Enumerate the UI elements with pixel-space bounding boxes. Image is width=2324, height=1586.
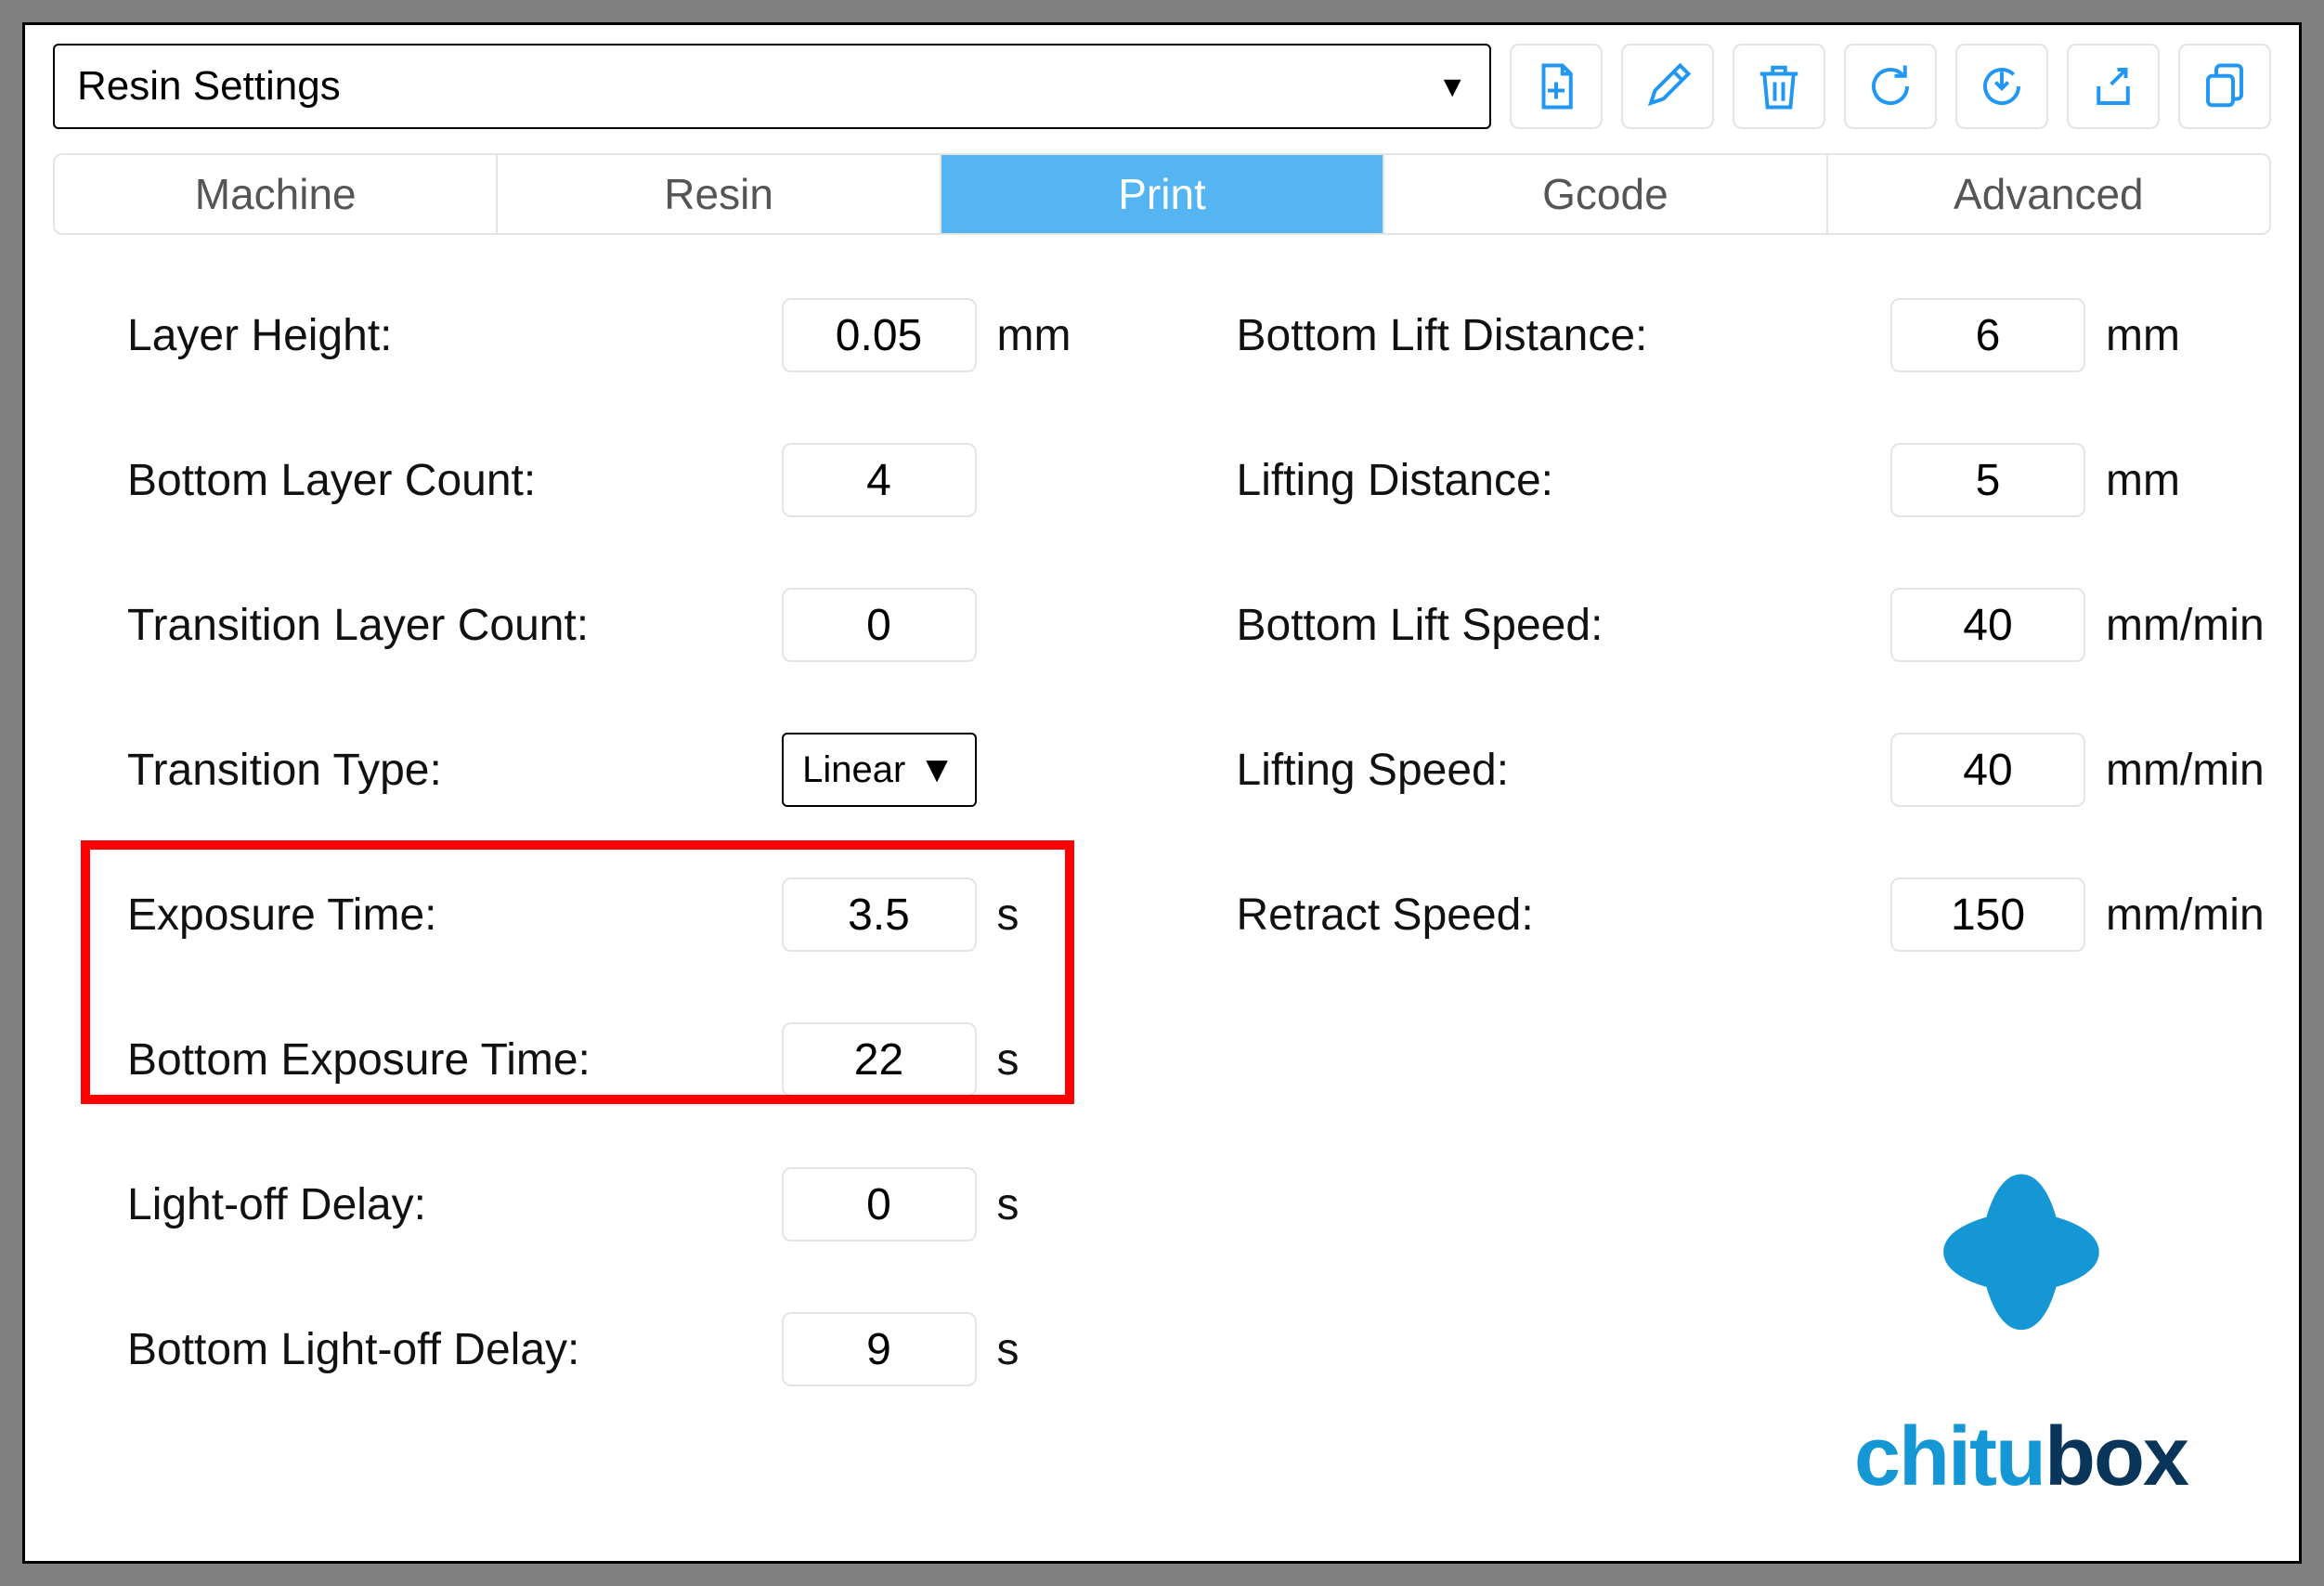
layer-height-input[interactable]: 0.05	[782, 298, 977, 372]
bottom-light-off-delay-unit: s	[977, 1324, 1144, 1375]
lifting-distance-row: Lifting Distance: 5 mm	[1237, 436, 2253, 525]
chitubox-logo: chitubox	[1854, 1164, 2188, 1505]
transition-type-label: Transition Type:	[127, 745, 782, 796]
layer-height-row: Layer Height: 0.05 mm	[127, 291, 1144, 380]
bottom-layer-count-label: Bottom Layer Count:	[127, 455, 782, 506]
lifting-speed-input[interactable]: 40	[1890, 733, 2085, 807]
transition-layer-count-row: Transition Layer Count: 0	[127, 580, 1144, 670]
tabs: Machine Resin Print Gcode Advanced	[53, 153, 2271, 235]
add-file-icon	[1531, 61, 1581, 111]
chitubox-logo-text: chitubox	[1854, 1410, 2188, 1505]
transition-layer-count-input[interactable]: 0	[782, 588, 977, 662]
tab-advanced[interactable]: Advanced	[1828, 155, 2269, 233]
lifting-distance-input[interactable]: 5	[1890, 443, 2085, 517]
exposure-time-unit: s	[977, 890, 1144, 941]
transition-layer-count-label: Transition Layer Count:	[127, 600, 782, 651]
tab-gcode[interactable]: Gcode	[1384, 155, 1827, 233]
retract-speed-label: Retract Speed:	[1237, 890, 1891, 941]
bottom-lift-speed-row: Bottom Lift Speed: 40 mm/min	[1237, 580, 2253, 670]
bottom-lift-speed-input[interactable]: 40	[1890, 588, 2085, 662]
delete-profile-button[interactable]	[1733, 44, 1825, 129]
caret-down-icon: ▼	[918, 749, 955, 791]
bottom-light-off-delay-row: Bottom Light-off Delay: 9 s	[127, 1305, 1144, 1394]
bottom-lift-speed-label: Bottom Lift Speed:	[1237, 600, 1891, 651]
export-button[interactable]	[2067, 44, 2160, 129]
transition-type-select[interactable]: Linear ▼	[782, 733, 977, 807]
bottom-exposure-time-input[interactable]: 22	[782, 1022, 977, 1097]
bottom-lift-distance-input[interactable]: 6	[1890, 298, 2085, 372]
refresh-icon	[1865, 61, 1915, 111]
settings-left-column: Layer Height: 0.05 mm Bottom Layer Count…	[53, 291, 1181, 1394]
light-off-delay-input[interactable]: 0	[782, 1167, 977, 1242]
layer-height-label: Layer Height:	[127, 310, 782, 361]
bottom-lift-speed-unit: mm/min	[2085, 600, 2253, 651]
light-off-delay-row: Light-off Delay: 0 s	[127, 1160, 1144, 1249]
retract-speed-row: Retract Speed: 150 mm/min	[1237, 870, 2253, 959]
chitubox-logo-mark	[1854, 1164, 2188, 1410]
bottom-exposure-time-unit: s	[977, 1034, 1144, 1086]
profile-name: Resin Settings	[77, 63, 341, 110]
caret-down-icon: ▼	[1437, 70, 1467, 104]
lifting-speed-label: Lifting Speed:	[1237, 745, 1891, 796]
tab-machine[interactable]: Machine	[55, 155, 498, 233]
bottom-lift-distance-row: Bottom Lift Distance: 6 mm	[1237, 291, 2253, 380]
bottom-layer-count-row: Bottom Layer Count: 4	[127, 436, 1144, 525]
bottom-lift-distance-unit: mm	[2085, 310, 2253, 361]
tab-print[interactable]: Print	[941, 155, 1384, 233]
export-icon	[2088, 61, 2138, 111]
profile-dropdown[interactable]: Resin Settings ▼	[53, 44, 1491, 129]
bottom-layer-count-input[interactable]: 4	[782, 443, 977, 517]
bottom-light-off-delay-label: Bottom Light-off Delay:	[127, 1324, 782, 1375]
layer-height-unit: mm	[977, 310, 1144, 361]
copy-button[interactable]	[2178, 44, 2271, 129]
bottom-exposure-time-label: Bottom Exposure Time:	[127, 1034, 782, 1086]
exposure-time-label: Exposure Time:	[127, 890, 782, 941]
add-profile-button[interactable]	[1510, 44, 1603, 129]
edit-profile-button[interactable]	[1621, 44, 1714, 129]
light-off-delay-unit: s	[977, 1179, 1144, 1230]
retract-speed-input[interactable]: 150	[1890, 878, 2085, 952]
lifting-speed-row: Lifting Speed: 40 mm/min	[1237, 725, 2253, 814]
top-toolbar: Resin Settings ▼	[53, 44, 2271, 129]
refresh-button[interactable]	[1844, 44, 1937, 129]
lifting-distance-label: Lifting Distance:	[1237, 455, 1891, 506]
lifting-speed-unit: mm/min	[2085, 745, 2253, 796]
edit-icon	[1642, 61, 1693, 111]
bottom-light-off-delay-input[interactable]: 9	[782, 1312, 977, 1386]
import-icon	[1977, 61, 2027, 111]
import-button[interactable]	[1955, 44, 2048, 129]
bottom-exposure-time-row: Bottom Exposure Time: 22 s	[127, 1015, 1144, 1104]
light-off-delay-label: Light-off Delay:	[127, 1179, 782, 1230]
exposure-time-row: Exposure Time: 3.5 s	[127, 870, 1144, 959]
settings-panel: Resin Settings ▼ Machine Resin Print Gco…	[22, 22, 2302, 1564]
copy-icon	[2200, 61, 2250, 111]
lifting-distance-unit: mm	[2085, 455, 2253, 506]
bottom-lift-distance-label: Bottom Lift Distance:	[1237, 310, 1891, 361]
tab-resin[interactable]: Resin	[498, 155, 941, 233]
delete-icon	[1754, 61, 1804, 111]
transition-type-row: Transition Type: Linear ▼	[127, 725, 1144, 814]
retract-speed-unit: mm/min	[2085, 890, 2253, 941]
exposure-time-input[interactable]: 3.5	[782, 878, 977, 952]
